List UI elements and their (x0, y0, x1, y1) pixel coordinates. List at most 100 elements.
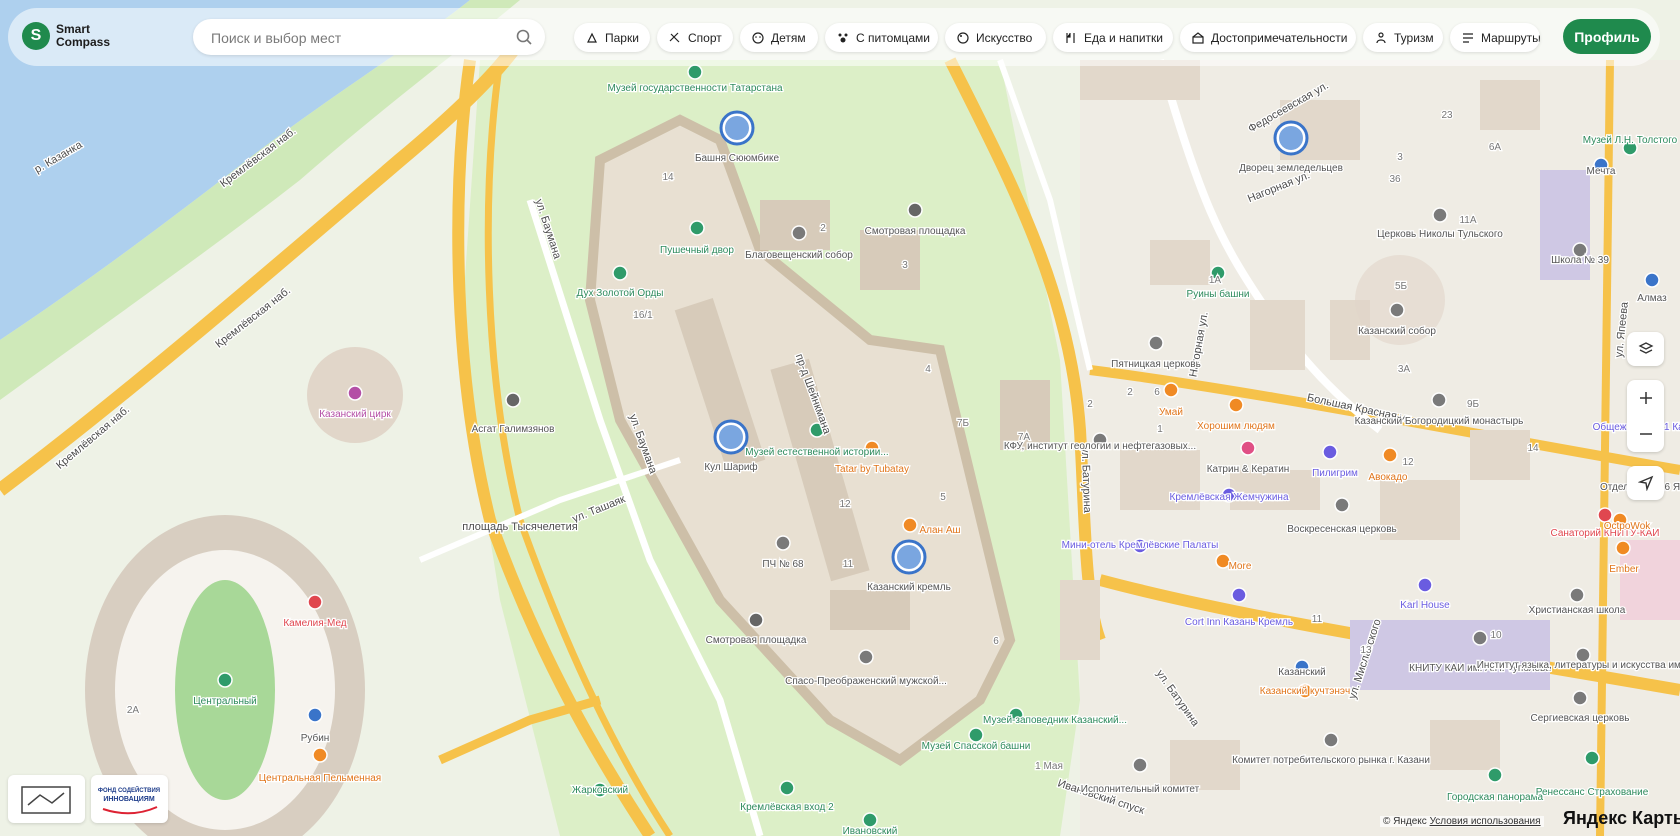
place-marker[interactable] (1323, 732, 1339, 748)
search-input[interactable] (209, 27, 513, 49)
beauty-marker-icon[interactable] (1240, 440, 1256, 456)
sight-marker-icon[interactable] (689, 220, 705, 236)
place-marker[interactable] (858, 649, 874, 665)
food-marker-icon[interactable] (312, 747, 328, 763)
place-label[interactable]: Церковь Николы Тульского (1376, 228, 1505, 242)
service-marker-icon[interactable] (775, 535, 791, 551)
place-label[interactable]: OctpoWok (1603, 520, 1653, 534)
place-marker[interactable] (1432, 207, 1448, 223)
place-marker[interactable] (689, 220, 705, 236)
education-marker-icon[interactable] (1472, 630, 1488, 646)
church-marker-icon[interactable] (1432, 207, 1448, 223)
place-label[interactable]: Cort Inn Казань Кремль (1184, 616, 1295, 630)
place-label[interactable]: Хорошим людям (1196, 420, 1276, 434)
food-marker-icon[interactable] (1615, 540, 1631, 556)
place-marker[interactable] (1322, 444, 1338, 460)
place-label[interactable]: Музей Л.Н. Толстого (1582, 134, 1679, 148)
museum-marker-icon[interactable] (687, 64, 703, 80)
place-label[interactable]: Музей-заповедник Казанский... (982, 714, 1128, 728)
church-marker-icon[interactable] (1431, 392, 1447, 408)
place-label[interactable]: Дворец земледельцев (1238, 162, 1344, 176)
medical-marker-icon[interactable] (1597, 507, 1613, 523)
place-label[interactable]: Казанский кучтэнэч (1259, 685, 1352, 699)
place-label[interactable]: Пушечный двор (659, 244, 736, 258)
place-label[interactable]: Асгат Галимзянов (470, 423, 555, 437)
place-label[interactable]: More (1227, 560, 1253, 574)
place-marker[interactable] (779, 780, 795, 796)
museum-marker-icon[interactable] (612, 265, 628, 281)
category-chip[interactable]: Искусство (945, 23, 1046, 52)
place-marker[interactable] (612, 265, 628, 281)
place-marker[interactable] (505, 392, 521, 408)
stadium-marker-icon[interactable] (217, 672, 233, 688)
place-label[interactable]: Кул Шариф (703, 460, 759, 475)
hotel-marker-icon[interactable] (1322, 444, 1338, 460)
church-marker-icon[interactable] (1389, 302, 1405, 318)
place-marker[interactable] (1431, 392, 1447, 408)
place-label[interactable]: Tatar by Tubatay (834, 463, 910, 477)
place-label[interactable]: Алан Аш (918, 524, 962, 538)
place-marker[interactable] (902, 517, 918, 533)
school-marker-icon[interactable] (1569, 587, 1585, 603)
viewpoint-marker-icon[interactable] (907, 202, 923, 218)
place-label[interactable]: Казанский (1277, 666, 1327, 680)
place-marker[interactable] (1389, 302, 1405, 318)
profile-button[interactable]: Профиль (1563, 19, 1651, 54)
place-marker[interactable] (307, 594, 323, 610)
circus-marker-icon[interactable] (347, 385, 363, 401)
place-label[interactable]: Казанский Богородицкий монастырь (1353, 415, 1524, 429)
place-marker[interactable] (1334, 497, 1350, 513)
place-label[interactable]: Дух Золотой Орды (575, 287, 664, 301)
food-marker-icon[interactable] (1163, 382, 1179, 398)
metro-marker-icon[interactable] (779, 780, 795, 796)
place-label[interactable]: Христианская школа (1527, 604, 1627, 618)
place-marker[interactable] (1228, 397, 1244, 413)
place-marker[interactable] (862, 812, 878, 828)
place-marker[interactable] (1148, 335, 1164, 351)
place-label[interactable]: Рубин (299, 731, 330, 746)
church-marker-icon[interactable] (791, 225, 807, 241)
place-label[interactable]: Институт языка, литературы и искусства и… (1475, 659, 1680, 673)
museum-marker-icon[interactable] (1487, 767, 1503, 783)
place-label[interactable]: Благовещенский собор (744, 248, 855, 263)
place-label[interactable]: Karl House (1399, 599, 1451, 613)
logo[interactable]: S Smart Compass (22, 22, 110, 50)
place-label[interactable]: Авокадо (1367, 471, 1409, 485)
place-marker[interactable] (1487, 767, 1503, 783)
locate-button[interactable] (1627, 466, 1664, 500)
place-label[interactable]: Смотровая площадка (863, 225, 967, 239)
place-marker[interactable] (1644, 272, 1660, 288)
place-marker[interactable] (1417, 577, 1433, 593)
category-chip[interactable]: Достопримечательности (1180, 23, 1356, 52)
yandex-maps-logo[interactable]: Яндекс Карты (1563, 808, 1680, 829)
place-label[interactable]: Умай (1158, 406, 1184, 420)
place-marker[interactable] (1273, 120, 1309, 156)
place-marker[interactable] (1163, 382, 1179, 398)
place-marker[interactable] (719, 110, 755, 146)
fund-badge[interactable]: ФОНД СОДЕЙСТВИЯ ИННОВАЦИЯМ (91, 775, 168, 823)
place-label[interactable]: Сергиевская церковь (1529, 712, 1631, 726)
category-chip[interactable]: Еда и напитки (1053, 23, 1173, 52)
place-marker[interactable] (1382, 447, 1398, 463)
place-label[interactable]: Смотровая площадка (704, 634, 808, 648)
place-label[interactable]: Мечта (1585, 165, 1617, 179)
office-marker-icon[interactable] (1584, 750, 1600, 766)
place-label[interactable]: Спасо-Преображенский мужской... (784, 674, 948, 689)
place-label[interactable]: Руины башни (1185, 287, 1250, 302)
map-canvas[interactable]: Кремлёвская наб.Кремлёвская наб.Кремлёвс… (0, 0, 1680, 836)
food-marker-icon[interactable] (902, 517, 918, 533)
church-marker-icon[interactable] (1334, 497, 1350, 513)
place-marker[interactable] (312, 747, 328, 763)
place-label[interactable]: Ренессанс Страхование (1534, 786, 1649, 800)
category-chip[interactable]: С питомцами (825, 23, 938, 52)
place-marker[interactable] (775, 535, 791, 551)
place-marker[interactable] (968, 727, 984, 743)
church-marker-icon[interactable] (858, 649, 874, 665)
place-marker[interactable] (891, 539, 927, 575)
place-label[interactable]: Камелия-Мед (282, 617, 348, 631)
place-label[interactable]: Воскресенская церковь (1286, 523, 1398, 537)
place-label[interactable]: Музей государственности Татарстана (606, 82, 784, 96)
place-label[interactable]: Алмаз (1636, 292, 1668, 306)
viewpoint-marker-icon[interactable] (748, 612, 764, 628)
category-chip[interactable]: Парки (574, 23, 650, 52)
